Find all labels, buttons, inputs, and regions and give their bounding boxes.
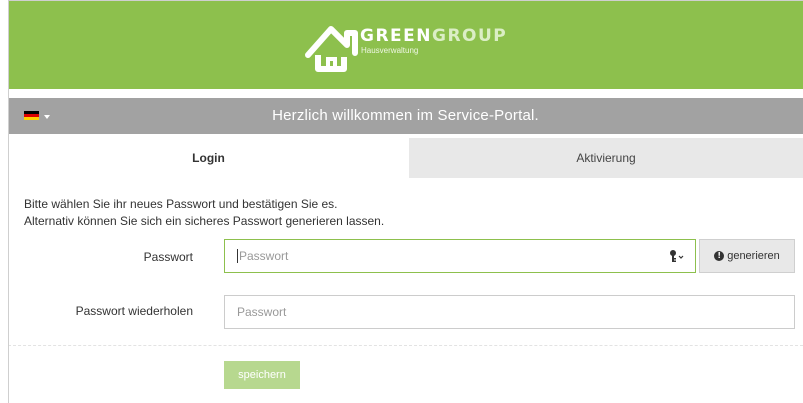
house-icon (305, 26, 358, 72)
key-icon[interactable] (659, 240, 695, 272)
save-button[interactable]: speichern (224, 361, 300, 389)
text-cursor (237, 248, 238, 263)
password-repeat-field[interactable]: Passwort (224, 295, 795, 329)
generate-password-button[interactable]: ! generieren (699, 239, 795, 273)
brand-name-secondary: GROUP (432, 26, 508, 46)
welcome-title: Herzlich willkommen im Service-Portal. (272, 107, 539, 124)
generate-button-label: generieren (727, 250, 780, 262)
key-dropdown-icon (670, 250, 684, 262)
password-field[interactable]: Passwort (224, 239, 696, 273)
intro-text: Bitte wählen Sie ihr neues Passwort und … (24, 196, 384, 230)
brand-name-primary: GREEN (360, 26, 432, 46)
brand-subtitle: Hausverwaltung (361, 46, 419, 55)
portal-frame: GREENGROUP Hausverwaltung Herzlich willk… (8, 0, 803, 403)
brand-logo: GREENGROUP Hausverwaltung (304, 21, 506, 73)
password-repeat-placeholder: Passwort (237, 305, 287, 319)
welcome-bar: Herzlich willkommen im Service-Portal. (8, 98, 803, 134)
intro-line-1: Bitte wählen Sie ihr neues Passwort und … (24, 197, 338, 211)
form-divider (8, 345, 803, 346)
password-repeat-label: Passwort wiederholen (75, 304, 193, 318)
header-banner: GREENGROUP Hausverwaltung (8, 1, 803, 89)
intro-line-2: Alternativ können Sie sich ein sicheres … (24, 214, 385, 228)
frame-top-border (8, 0, 803, 1)
frame-left-border (8, 0, 9, 403)
tab-aktivierung[interactable]: Aktivierung (409, 138, 803, 178)
tab-login[interactable]: Login (8, 138, 409, 178)
info-icon: ! (714, 251, 725, 261)
tab-bar: Login Aktivierung (8, 138, 803, 178)
password-placeholder: Passwort (239, 249, 289, 263)
password-label: Passwort (143, 250, 193, 264)
